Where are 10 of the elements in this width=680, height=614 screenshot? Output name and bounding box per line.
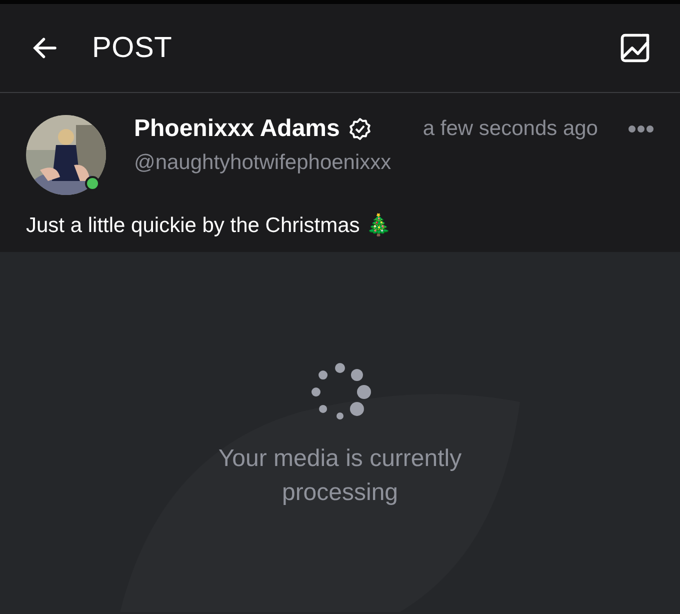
post-text: Just a little quickie by the Christmas 🎄 [26, 213, 393, 238]
author-handle[interactable]: @naughtyhotwifephoenixxx [134, 151, 654, 175]
page-title: POST [92, 32, 174, 64]
more-dots-icon [628, 125, 654, 133]
processing-message: Your media is currently processing [217, 444, 463, 508]
statistics-button[interactable] [618, 31, 652, 65]
chart-image-icon [618, 31, 652, 65]
more-button[interactable] [628, 125, 654, 133]
author-name[interactable]: Phoenixxx Adams [134, 115, 340, 143]
post-time: a few seconds ago [422, 117, 598, 141]
